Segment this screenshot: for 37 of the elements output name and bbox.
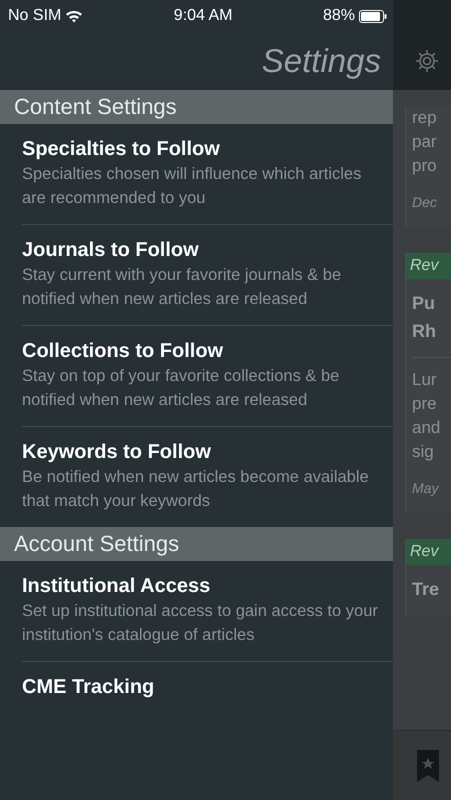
item-description: Be notified when new articles become available that match your keywords	[22, 467, 370, 512]
item-description: Stay current with your favorite journals & be notified when new articles are released	[22, 265, 342, 310]
article-text: rep	[411, 107, 438, 129]
article-text: sig	[411, 441, 435, 463]
article-tag: Rev	[406, 539, 451, 565]
section-header: Content Settings	[0, 90, 393, 124]
article-text: par	[411, 131, 438, 153]
wifi-icon	[65, 9, 84, 23]
settings-item[interactable]: CME Tracking	[22, 662, 393, 714]
item-title: Specialties to Follow	[22, 137, 221, 162]
article-title: Pu	[411, 292, 436, 315]
bookmark-icon[interactable]	[417, 750, 439, 782]
article-text: and	[411, 417, 442, 439]
battery-text: 88%	[322, 6, 355, 26]
article-date: Dec	[411, 193, 438, 212]
item-title: Collections to Follow	[22, 339, 224, 364]
item-title: CME Tracking	[22, 675, 156, 700]
item-title: Institutional Access	[22, 574, 212, 599]
article-text: pre	[411, 393, 438, 415]
article-title: Rh	[411, 320, 437, 343]
item-description: Stay on top of your favorite collections & be notified when new articles are released	[22, 366, 340, 411]
article-text: pro	[411, 155, 438, 177]
item-description: Specialties chosen will influence which articles are recommended to you	[22, 164, 362, 209]
article-title: Tre	[411, 578, 440, 601]
item-title: Keywords to Follow	[22, 440, 212, 465]
settings-icon[interactable]	[415, 49, 439, 73]
clock-text: 9:04 AM	[174, 6, 232, 26]
carrier-text: No SIM	[8, 6, 62, 26]
section-header: Account Settings	[0, 527, 393, 561]
settings-item[interactable]: Keywords to Follow Be notified when new articles become available that match your keywords	[22, 427, 393, 527]
battery-icon	[358, 10, 387, 22]
screen-title: Settings	[262, 41, 381, 82]
article-text: Lur	[411, 369, 438, 391]
item-description: Set up institutional access to gain access to your institution's catalogue of articles	[22, 601, 379, 646]
article-date: May	[411, 479, 440, 498]
item-title: Journals to Follow	[22, 238, 200, 263]
article-tag: Rev	[406, 253, 451, 279]
